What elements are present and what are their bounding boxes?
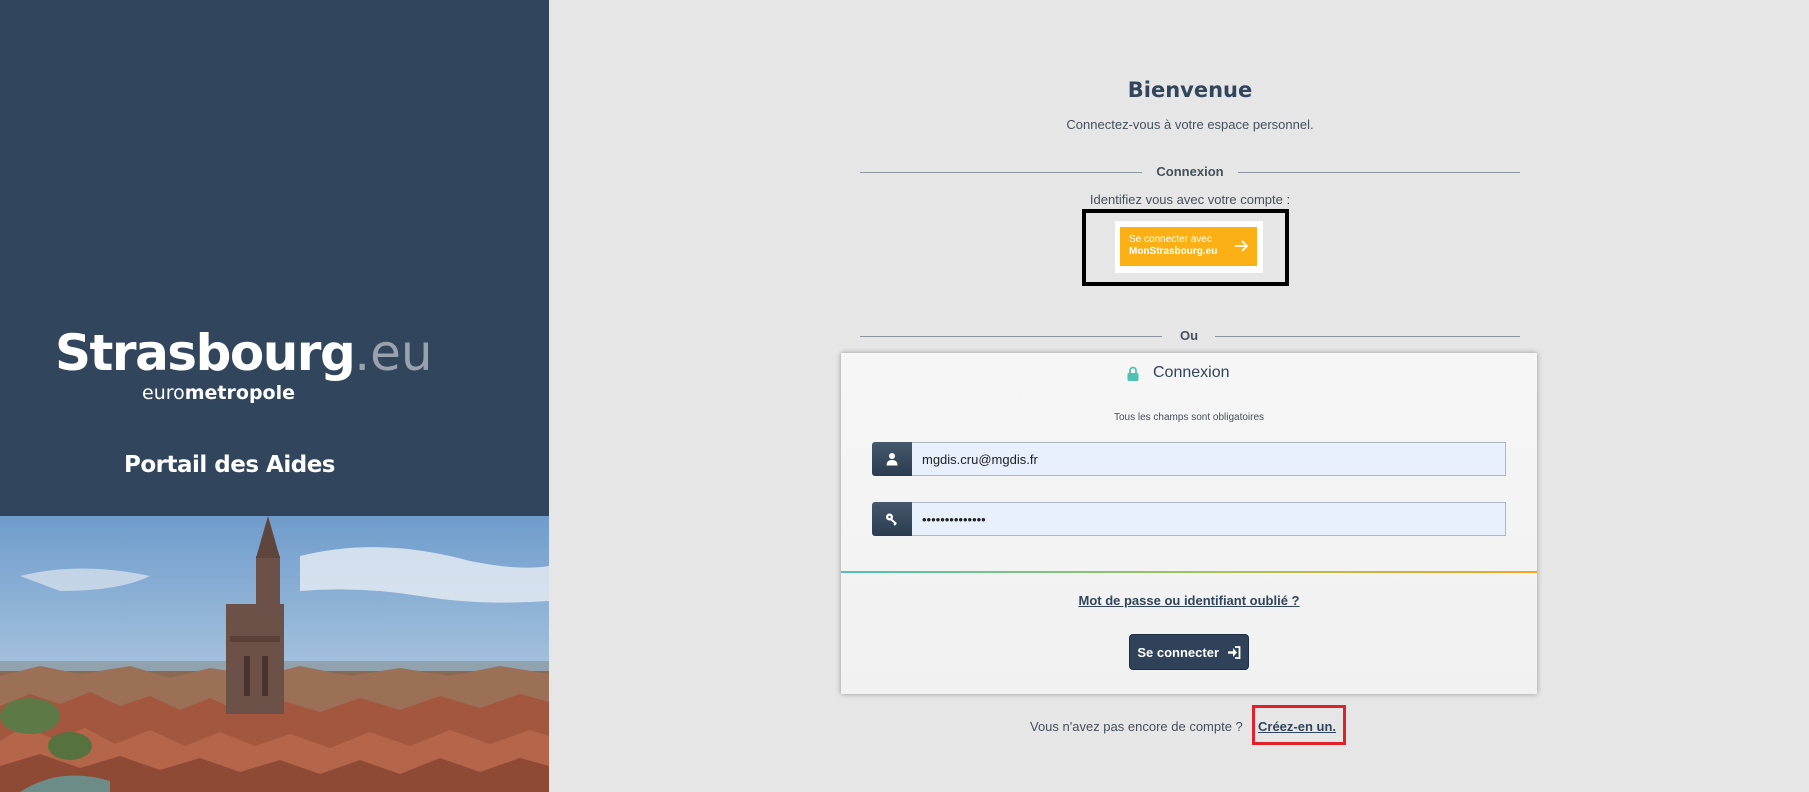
welcome-title: Bienvenue (1127, 78, 1253, 102)
sso-prompt: Identifiez vous avec votre compte : (1089, 192, 1291, 207)
email-field-group (872, 442, 1506, 476)
password-input[interactable] (912, 502, 1506, 536)
login-card: Connexion Tous les champs sont obligatoi… (841, 353, 1537, 694)
city-photo (0, 516, 549, 792)
divider-right (1238, 172, 1520, 173)
portal-title: Portail des Aides (124, 452, 336, 478)
divider-left (860, 172, 1142, 173)
key-addon (872, 502, 912, 536)
sign-in-icon (1227, 645, 1241, 659)
user-icon (886, 453, 898, 466)
logo-suffix-text: .eu (354, 324, 433, 382)
card-header: Connexion (841, 353, 1537, 397)
welcome-subtitle: Connectez-vous à votre espace personnel. (1066, 117, 1314, 132)
logo-sub-light: euro (142, 382, 185, 404)
monstrasbourg-login-button[interactable]: Se connecter avec MonStrasbourg.eu (1120, 227, 1257, 266)
or-divider-left (860, 336, 1162, 337)
arrow-right-icon (1235, 240, 1249, 252)
sso-section-label: Connexion (1156, 164, 1224, 179)
user-addon (872, 442, 912, 476)
strasbourg-logo: Strasbourg.eu eurometropole (55, 324, 433, 405)
logo-sub-strong: metropole (184, 382, 295, 404)
key-icon (886, 513, 897, 526)
login-submit-button[interactable]: Se connecter (1129, 634, 1249, 670)
lock-icon (1127, 366, 1139, 381)
sso-card: Se connecter avec MonStrasbourg.eu (1115, 221, 1263, 273)
forgot-password-link[interactable]: Mot de passe ou identifiant oublié ? (841, 593, 1537, 608)
or-label: Ou (1179, 328, 1199, 343)
login-card-title: Connexion (1153, 364, 1230, 381)
logo-main-text: Strasbourg (55, 324, 356, 382)
card-separator (841, 571, 1537, 573)
email-input[interactable] (912, 442, 1506, 476)
signup-prompt: Vous n'avez pas encore de compte ? (1030, 719, 1243, 734)
brand-panel: Strasbourg.eu eurometropole Portail des … (0, 0, 549, 792)
create-account-link[interactable]: Créez-en un. (1258, 719, 1336, 734)
sso-button-line2: MonStrasbourg.eu (1129, 246, 1218, 257)
required-fields-note: Tous les champs sont obligatoires (1113, 412, 1265, 423)
sso-button-line1: Se connecter avec (1129, 234, 1212, 245)
password-field-group (872, 502, 1506, 536)
or-divider-right (1215, 336, 1520, 337)
submit-label: Se connecter (1137, 644, 1220, 660)
